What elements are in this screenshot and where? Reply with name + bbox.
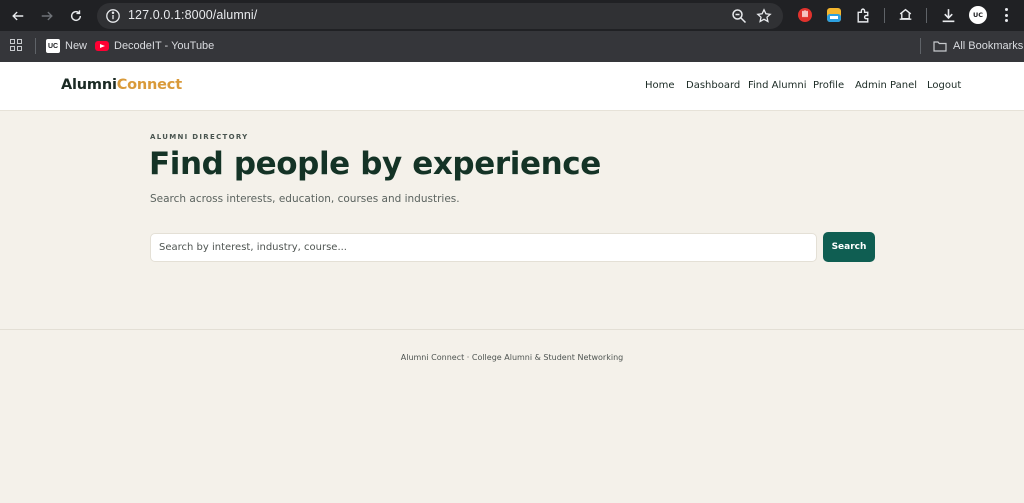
reload-icon bbox=[70, 10, 82, 22]
apps-grid-icon[interactable] bbox=[10, 39, 22, 51]
footer-divider bbox=[0, 329, 1024, 330]
info-icon[interactable] bbox=[105, 8, 121, 24]
download-icon[interactable] bbox=[940, 7, 957, 24]
search-input[interactable] bbox=[150, 233, 817, 262]
brand-logo[interactable]: AlumniConnect bbox=[61, 77, 182, 93]
url-text[interactable]: 127.0.0.1:8000/alumni/ bbox=[128, 8, 257, 22]
bookmarks-bar: UC New DecodeIT - YouTube All Bookmarks bbox=[0, 31, 1024, 62]
footer-text: Alumni Connect · College Alumni & Studen… bbox=[400, 353, 624, 362]
search-button[interactable]: Search bbox=[823, 232, 875, 262]
youtube-favicon-icon bbox=[95, 41, 109, 51]
nav-profile[interactable]: Profile bbox=[813, 80, 844, 91]
page-title: Find people by experience bbox=[149, 146, 601, 182]
reload-button[interactable] bbox=[66, 6, 86, 26]
site-header: AlumniConnect Home Dashboard Find Alumni… bbox=[0, 62, 1024, 111]
bookmarks-separator bbox=[920, 38, 921, 54]
bookmark-label: New bbox=[65, 40, 88, 52]
section-eyebrow: ALUMNI DIRECTORY bbox=[150, 133, 249, 141]
nav-home[interactable]: Home bbox=[645, 80, 675, 91]
brand-part-1: Alumni bbox=[61, 77, 117, 93]
all-bookmarks-button[interactable]: All Bookmarks bbox=[933, 38, 1023, 54]
extensions-puzzle-icon[interactable] bbox=[855, 7, 872, 24]
toolbar-separator bbox=[884, 8, 885, 23]
arrow-left-icon bbox=[12, 11, 24, 21]
arrow-right-icon bbox=[41, 11, 53, 21]
nav-logout[interactable]: Logout bbox=[927, 80, 961, 91]
extension-red-icon[interactable] bbox=[797, 7, 813, 23]
page-subtitle: Search across interests, education, cour… bbox=[150, 193, 460, 205]
bookmarks-separator bbox=[35, 38, 36, 54]
zoom-icon[interactable] bbox=[731, 8, 747, 24]
brand-part-2: Connect bbox=[116, 77, 182, 93]
nav-dashboard[interactable]: Dashboard bbox=[686, 80, 740, 91]
address-bar[interactable]: 127.0.0.1:8000/alumni/ bbox=[97, 3, 783, 29]
bookmark-new[interactable]: UC New bbox=[46, 38, 87, 54]
uc-favicon-icon: UC bbox=[46, 39, 60, 53]
bookmark-decodeit-youtube[interactable]: DecodeIT - YouTube bbox=[95, 38, 214, 54]
profile-avatar[interactable]: UC bbox=[969, 6, 987, 24]
all-bookmarks-label: All Bookmarks bbox=[953, 40, 1024, 52]
folder-icon bbox=[933, 41, 947, 52]
bookmark-label: DecodeIT - YouTube bbox=[114, 40, 215, 52]
nav-find-alumni[interactable]: Find Alumni bbox=[748, 80, 806, 91]
nav-admin-panel[interactable]: Admin Panel bbox=[855, 80, 917, 91]
toolbar-separator bbox=[926, 8, 927, 23]
star-icon[interactable] bbox=[756, 8, 772, 24]
extension-colorful-icon[interactable] bbox=[826, 7, 842, 23]
performance-icon[interactable] bbox=[897, 7, 914, 24]
back-button[interactable] bbox=[8, 6, 28, 26]
browser-toolbar: 127.0.0.1:8000/alumni/ UC bbox=[0, 0, 1024, 31]
menu-dots-icon[interactable] bbox=[1004, 8, 1008, 22]
forward-button[interactable] bbox=[37, 6, 57, 26]
